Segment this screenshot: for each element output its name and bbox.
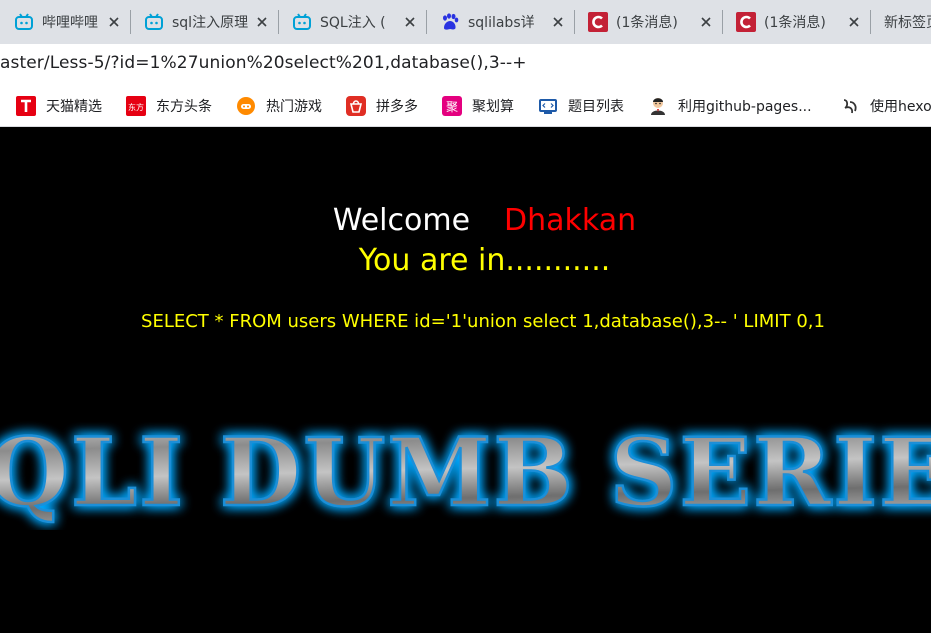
- tab-strip: 哔哩哔哩 ( sql注入原理: [0, 0, 931, 44]
- bookmark-juhuasuan[interactable]: 聚 聚划算: [442, 94, 514, 118]
- bookmark-label: 东方头条: [156, 99, 212, 115]
- username-text: Dhakkan: [504, 203, 637, 238]
- tab-title: 哔哩哔哩 (: [42, 15, 100, 31]
- bookmark-dongfang[interactable]: 东方 东方头条: [126, 94, 212, 118]
- svg-text:聚: 聚: [446, 100, 458, 114]
- bookmark-pinduoduo[interactable]: 拼多多: [346, 94, 418, 118]
- sqli-dumb-series-banner: SQLI DUMB SERIES: [0, 417, 931, 530]
- close-icon[interactable]: [550, 14, 566, 30]
- bookmark-label: 题目列表: [568, 99, 624, 115]
- tab-title: sqlilabs详: [468, 15, 535, 31]
- close-icon[interactable]: [698, 14, 714, 30]
- login-status: You are in...........: [358, 243, 611, 278]
- bookmark-problem-list[interactable]: 题目列表: [538, 94, 624, 118]
- bookmark-tmall[interactable]: 天猫精选: [16, 94, 102, 118]
- bilibili-icon: [144, 12, 164, 32]
- page-content: Welcome Dhakkan You are in........... SEL…: [0, 127, 931, 633]
- welcome-text: Welcome: [332, 203, 471, 238]
- bookmarks-bar: 天猫精选 东方 东方头条 热门游戏 拼多多 聚 聚划算 题目列表 利用githu…: [0, 86, 931, 127]
- baidu-icon: [440, 12, 460, 32]
- tab-csdn-2[interactable]: (1条消息): [722, 0, 870, 44]
- close-icon[interactable]: [402, 14, 418, 30]
- tab-title: sql注入原理: [172, 15, 248, 31]
- bookmark-hexo[interactable]: 使用hexo: [840, 94, 931, 118]
- tab-title: (1条消息): [764, 15, 826, 31]
- hexo-icon: [840, 96, 860, 116]
- bilibili-icon: [14, 12, 34, 32]
- tab-bilibili-1[interactable]: 哔哩哔哩 (: [0, 0, 130, 44]
- close-icon[interactable]: [846, 14, 862, 30]
- juhuasuan-icon: 聚: [442, 96, 462, 116]
- bookmark-label: 拼多多: [376, 99, 418, 115]
- close-icon[interactable]: [254, 14, 270, 30]
- tab-title: 新标签页: [884, 15, 931, 31]
- tab-title: SQL注入 (: [320, 15, 386, 31]
- bookmark-label: 聚划算: [472, 99, 514, 115]
- tab-bilibili-3[interactable]: SQL注入 (: [278, 0, 426, 44]
- bookmark-games[interactable]: 热门游戏: [236, 94, 322, 118]
- tab-new-tab[interactable]: 新标签页: [870, 0, 931, 44]
- bookmark-label: 利用github-pages...: [678, 99, 812, 115]
- bookmark-label: 使用hexo: [870, 99, 931, 115]
- banner-text: SQLI DUMB SERIES: [0, 418, 931, 528]
- welcome-line: Welcome Dhakkan: [0, 203, 931, 238]
- bookmark-github-pages[interactable]: 利用github-pages...: [648, 94, 812, 118]
- tab-baidu[interactable]: sqlilabs详: [426, 0, 574, 44]
- bilibili-icon: [292, 12, 312, 32]
- tab-bilibili-2[interactable]: sql注入原理: [130, 0, 278, 44]
- bookmark-label: 天猫精选: [46, 99, 102, 115]
- bookmark-label: 热门游戏: [266, 99, 322, 115]
- csdn-icon: [588, 12, 608, 32]
- address-bar[interactable]: aster/Less-5/?id=1%27union%20select%201,…: [0, 44, 931, 86]
- csdn-icon: [736, 12, 756, 32]
- code-icon: [538, 96, 558, 116]
- url-text[interactable]: aster/Less-5/?id=1%27union%20select%201,…: [0, 53, 527, 73]
- tab-title: (1条消息): [616, 15, 678, 31]
- game-icon: [236, 96, 256, 116]
- sql-query-text: SELECT * FROM users WHERE id='1'union se…: [141, 311, 825, 332]
- avatar-icon: [648, 96, 668, 116]
- tab-csdn-1[interactable]: (1条消息): [574, 0, 722, 44]
- svg-text:东方: 东方: [128, 102, 144, 112]
- close-icon[interactable]: [106, 14, 122, 30]
- dongfang-icon: 东方: [126, 96, 146, 116]
- tmall-icon: [16, 96, 36, 116]
- pinduoduo-icon: [346, 96, 366, 116]
